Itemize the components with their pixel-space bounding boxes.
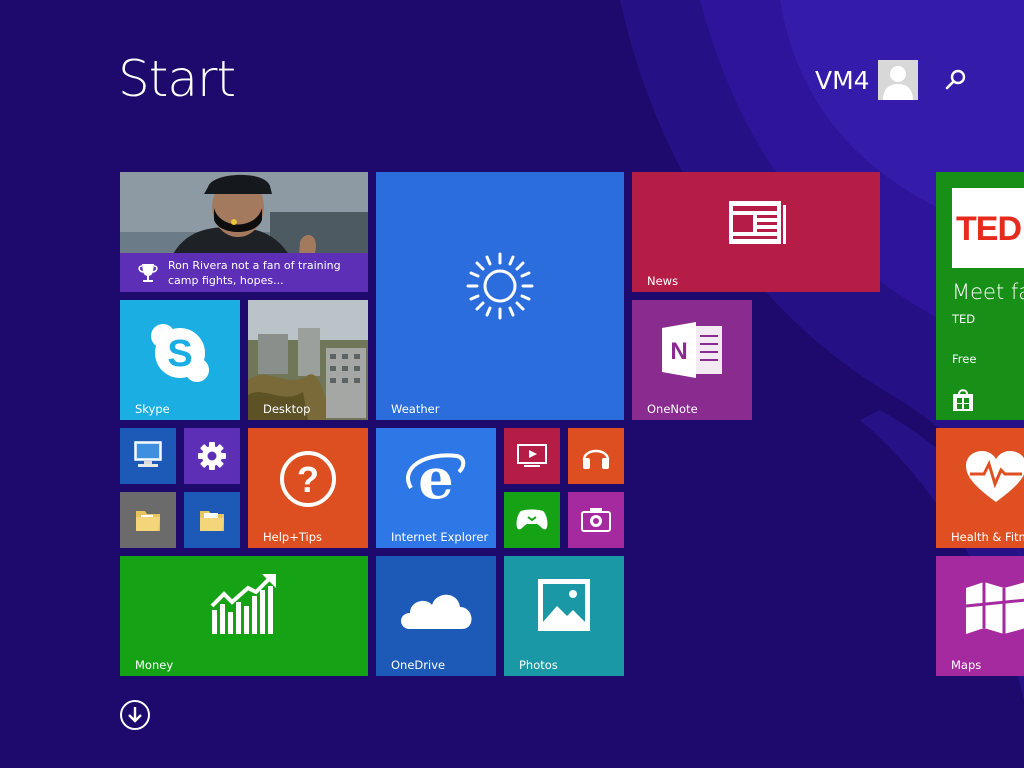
newspaper-icon bbox=[729, 201, 786, 244]
all-apps-button[interactable] bbox=[120, 700, 150, 730]
folder-icon bbox=[200, 511, 224, 531]
cloud-icon bbox=[401, 594, 472, 629]
tile-label: Skype bbox=[135, 402, 170, 416]
tile-onenote[interactable]: N OneNote bbox=[632, 300, 752, 420]
tile-camera[interactable] bbox=[568, 492, 624, 548]
sun-icon bbox=[466, 252, 534, 320]
tile-weather[interactable]: Weather bbox=[376, 172, 624, 420]
tile-health-fitness[interactable]: Health & Fitne bbox=[936, 428, 1024, 548]
folder-icon bbox=[136, 511, 160, 531]
tile-sports-news[interactable]: Ron Rivera not a fan of training camp fi… bbox=[120, 172, 368, 292]
tile-label: OneDrive bbox=[391, 658, 446, 672]
tile-games[interactable] bbox=[504, 492, 560, 548]
user-avatar-icon[interactable] bbox=[877, 60, 918, 100]
tile-news[interactable]: News bbox=[632, 172, 880, 292]
tile-photos[interactable]: Photos bbox=[504, 556, 624, 676]
arrow-down-circle-icon bbox=[128, 707, 142, 723]
tile-money[interactable]: Money bbox=[120, 556, 368, 676]
tile-help-tips[interactable]: ? Help+Tips bbox=[248, 428, 368, 548]
svg-text:S: S bbox=[167, 333, 192, 375]
tile-pc-settings[interactable] bbox=[184, 428, 240, 484]
picture-icon bbox=[538, 579, 590, 631]
search-icon bbox=[945, 69, 966, 90]
tile-desktop[interactable]: Desktop bbox=[248, 300, 368, 420]
camera-icon bbox=[581, 508, 611, 532]
video-icon bbox=[517, 444, 547, 467]
user-name: VM4 bbox=[815, 65, 870, 95]
svg-text:?: ? bbox=[297, 459, 319, 500]
computer-icon bbox=[134, 441, 162, 467]
tile-label: Desktop bbox=[263, 402, 311, 416]
news-caption: Ron Rivera not a fan of training camp fi… bbox=[120, 253, 368, 292]
tile-maps[interactable]: Maps bbox=[936, 556, 1024, 676]
tile-label: Photos bbox=[519, 658, 558, 672]
store-bag-icon bbox=[953, 389, 973, 411]
tile-file-explorer[interactable] bbox=[184, 492, 240, 548]
tile-label: OneNote bbox=[647, 402, 698, 416]
tile-music[interactable] bbox=[568, 428, 624, 484]
tile-label: Money bbox=[135, 658, 174, 672]
user-account[interactable]: VM4 bbox=[815, 60, 918, 100]
tile-label: News bbox=[647, 274, 679, 288]
tile-onedrive[interactable]: OneDrive bbox=[376, 556, 496, 676]
internet-explorer-icon: e bbox=[406, 448, 466, 510]
tile-label: Internet Explorer bbox=[391, 530, 489, 544]
ted-price: Free bbox=[952, 352, 977, 366]
heart-rate-icon bbox=[966, 451, 1024, 502]
question-mark-icon: ? bbox=[280, 451, 336, 507]
svg-text:N: N bbox=[670, 338, 687, 365]
tile-label: Weather bbox=[391, 402, 440, 416]
news-headline: Ron Rivera not a fan of training camp fi… bbox=[168, 259, 341, 287]
tile-label: Maps bbox=[951, 658, 982, 672]
page-title: Start bbox=[118, 50, 236, 108]
map-icon bbox=[965, 582, 1024, 634]
ted-publisher: TED bbox=[952, 312, 976, 326]
skype-icon: S bbox=[151, 324, 209, 382]
chart-up-icon bbox=[210, 574, 276, 634]
search-button[interactable] bbox=[944, 68, 968, 96]
game-controller-icon bbox=[516, 509, 548, 530]
onenote-icon: N bbox=[662, 322, 722, 378]
ted-logo: TED bbox=[952, 188, 1024, 268]
tile-skype[interactable]: S Skype bbox=[120, 300, 240, 420]
tile-this-pc[interactable] bbox=[120, 428, 176, 484]
trophy-icon bbox=[138, 264, 158, 282]
tile-label: Help+Tips bbox=[263, 530, 323, 544]
tile-label: Health & Fitne bbox=[951, 530, 1024, 544]
tile-documents[interactable] bbox=[120, 492, 176, 548]
ted-app-title: Meet fas bbox=[952, 280, 1024, 304]
gear-icon bbox=[198, 442, 226, 470]
tile-internet-explorer[interactable]: e Internet Explorer bbox=[376, 428, 496, 548]
tile-ted-store[interactable]: TED Meet fas TED Free bbox=[936, 172, 1024, 420]
tile-video[interactable] bbox=[504, 428, 560, 484]
headphones-icon bbox=[582, 449, 610, 469]
